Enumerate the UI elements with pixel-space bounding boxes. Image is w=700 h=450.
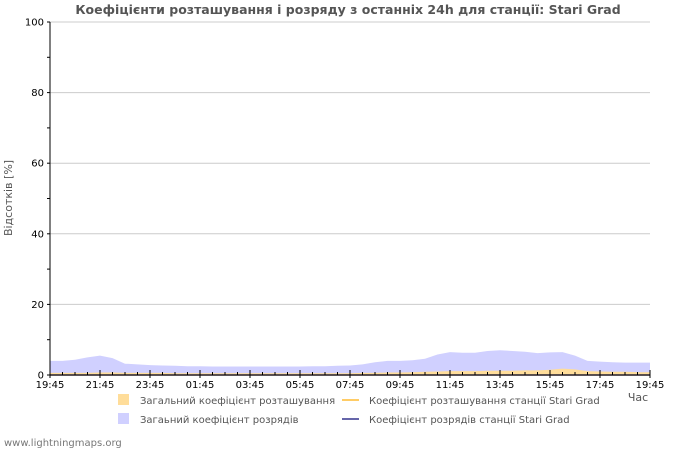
legend-swatch — [118, 413, 129, 424]
x-tick-label: 15:45 — [536, 380, 565, 391]
legend-swatch — [118, 394, 129, 405]
x-tick-label: 19:45 — [636, 380, 665, 391]
y-tick-label: 20 — [31, 300, 44, 311]
legend-label: Коефіцієнт розташування станції Stari Gr… — [369, 395, 600, 407]
y-tick-labels: 020406080100 — [25, 18, 50, 382]
legend-label: Коефіцієнт розрядів станції Stari Grad — [369, 414, 570, 426]
x-axis-label: Час — [628, 391, 648, 404]
axes — [49, 22, 650, 376]
y-tick-label: 100 — [25, 18, 44, 29]
y-tick-label: 60 — [31, 159, 44, 170]
x-tick-label: 23:45 — [136, 380, 165, 391]
x-tick-label: 09:45 — [386, 380, 415, 391]
x-tick-label: 05:45 — [286, 380, 315, 391]
y-tick-label: 40 — [31, 229, 44, 240]
x-tick-label: 01:45 — [186, 380, 215, 391]
x-tick-label: 21:45 — [86, 380, 115, 391]
x-tick-label: 11:45 — [436, 380, 465, 391]
footer-link[interactable]: www.lightningmaps.org — [4, 438, 122, 449]
legend: Загальний коефіцієнт розташування Коефіці… — [118, 394, 600, 426]
x-tick-label: 03:45 — [236, 380, 265, 391]
grid — [50, 21, 650, 376]
y-tick-label: 80 — [31, 88, 44, 99]
x-tick-label: 17:45 — [586, 380, 615, 391]
x-tick-label: 19:45 — [36, 380, 65, 391]
chart-svg: Коефіцієнти розташування і розряду з ост… — [2, 2, 665, 449]
x-tick-label: 07:45 — [336, 380, 365, 391]
x-tick-label: 13:45 — [486, 380, 515, 391]
chart-title: Коефіцієнти розташування і розряду з ост… — [75, 2, 620, 17]
legend-label: Загальний коефіцієнт розташування — [140, 395, 335, 407]
y-axis-label: Відсотків [%] — [2, 160, 15, 236]
legend-label: Загаьний коефіцієнт розрядів — [140, 414, 299, 426]
